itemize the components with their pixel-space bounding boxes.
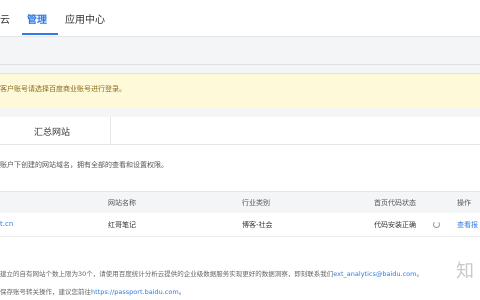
active-nav-indicator — [22, 33, 58, 35]
top-navigation: 云 管理 应用中心 — [0, 0, 480, 37]
site-name-cell: 红哥笔记 — [108, 221, 136, 229]
nav-item-app-center[interactable]: 应用中心 — [65, 11, 105, 26]
watermark-logo: 知 — [456, 261, 474, 282]
footer-limit-text: 建立的自有网站个数上限为30个，请使用百度统计分析云提供的企业级数据服务实现更好… — [0, 270, 334, 278]
code-status-cell: 代码安装正确 — [374, 221, 416, 229]
page-background-band — [0, 37, 480, 73]
header-code-status: 首页代码状态 — [374, 199, 416, 207]
notice-text: 客户账号请选择百度商业账号进行登录。 — [0, 85, 126, 93]
passport-link[interactable]: https://passport.baidu.com — [91, 288, 179, 296]
header-site-name: 网站名称 — [108, 199, 136, 207]
footer-limit-end: 。 — [416, 270, 423, 278]
divider — [0, 64, 480, 65]
table-row: t.cn 红哥笔记 博客-社会 代码安装正确 查看报 — [0, 213, 480, 237]
footer-transfer-text: 保存账号转关操作，建议您前往 — [0, 288, 91, 296]
footer-note-limit: 建立的自有网站个数上限为30个，请使用百度统计分析云提供的企业级数据服务实现更好… — [0, 268, 423, 278]
industry-cell: 博客-社会 — [242, 221, 273, 229]
refresh-status-icon[interactable] — [433, 221, 440, 228]
site-domain-link[interactable]: t.cn — [0, 220, 13, 228]
header-actions: 操作 — [457, 199, 471, 207]
header-industry: 行业类别 — [242, 199, 270, 207]
view-report-link[interactable]: 查看报 — [457, 220, 478, 230]
panel-gap — [0, 107, 480, 117]
tab-summary-sites[interactable]: 汇总网站 — [0, 117, 111, 144]
login-notice-banner: 客户账号请选择百度商业账号进行登录。 — [0, 73, 480, 108]
nav-item-manage[interactable]: 管理 — [27, 11, 47, 26]
contact-email-link[interactable]: ext_analytics@baidu.com — [333, 270, 416, 278]
sites-table-header: 网站名称 行业类别 首页代码状态 操作 — [0, 191, 480, 215]
footer-transfer-end: 。 — [178, 288, 186, 296]
tab-bar: 汇总网站 — [0, 117, 480, 145]
permission-description: 账户下创建的网站域名，拥有全部的查看和设置权限。 — [0, 161, 168, 169]
tab-summary-sites-label: 汇总网站 — [34, 128, 71, 138]
footer-note-transfer: 保存账号转关操作，建议您前往https://passport.baidu.com… — [0, 286, 185, 296]
nav-item-cloud[interactable]: 云 — [0, 11, 10, 26]
